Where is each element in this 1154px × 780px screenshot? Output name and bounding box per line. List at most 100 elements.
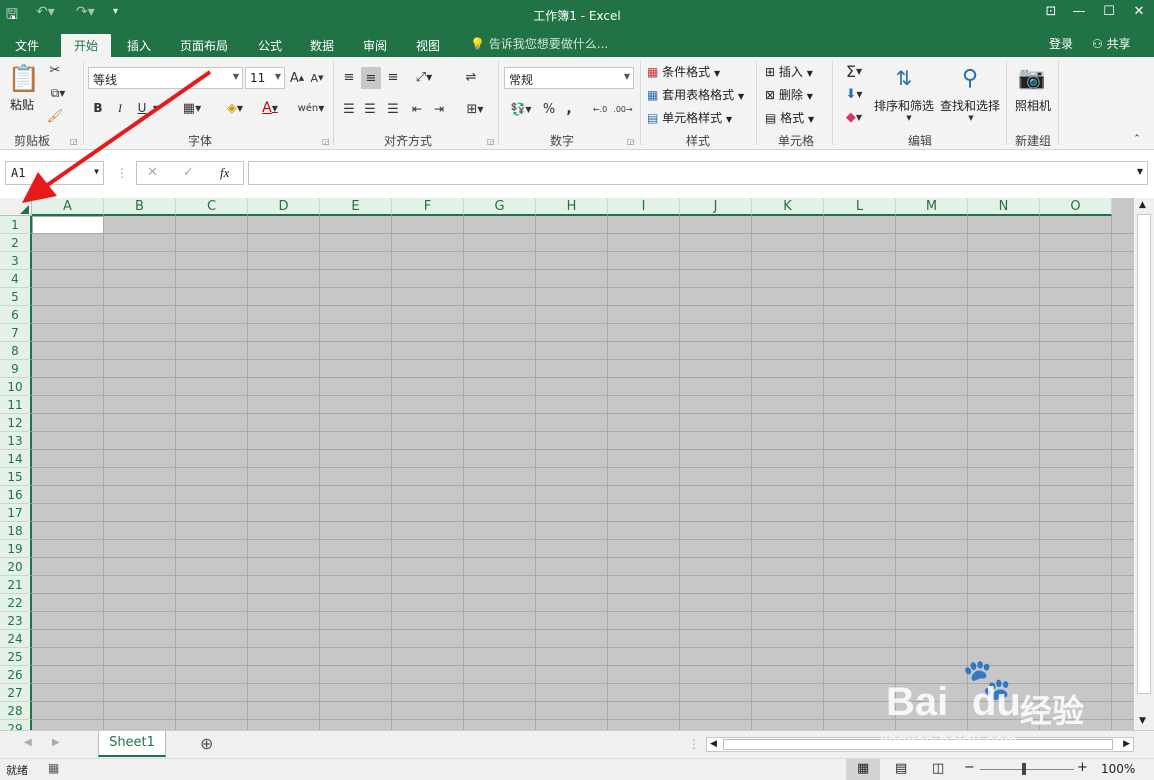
find-magnifier-icon[interactable]: ⚲ xyxy=(955,61,985,95)
column-header-e[interactable]: E xyxy=(320,198,392,216)
row-header-21[interactable]: 21 xyxy=(0,576,32,594)
wrap-text-icon[interactable]: ⇌ xyxy=(461,67,481,87)
row-header-4[interactable]: 4 xyxy=(0,270,32,288)
row-header-18[interactable]: 18 xyxy=(0,522,32,540)
ribbon-display-icon[interactable]: ⊡ xyxy=(1038,4,1064,19)
column-header-k[interactable]: K xyxy=(752,198,824,216)
number-launcher-icon[interactable]: ◲ xyxy=(627,137,635,146)
shrink-font-icon[interactable]: A ▼ xyxy=(309,69,325,87)
vertical-scroll-thumb[interactable] xyxy=(1137,214,1151,694)
column-header-h[interactable]: H xyxy=(536,198,608,216)
insert-cells-button[interactable]: ⊞ 插入 ▼ xyxy=(765,63,813,80)
underline-button[interactable]: U xyxy=(134,99,150,117)
expand-formula-bar-icon[interactable]: ▼ xyxy=(1137,167,1143,176)
row-header-20[interactable]: 20 xyxy=(0,558,32,576)
chevron-down-icon[interactable]: ▼ xyxy=(150,99,162,117)
row-header-26[interactable]: 26 xyxy=(0,666,32,684)
column-header-f[interactable]: F xyxy=(392,198,464,216)
tab-data[interactable]: 数据 xyxy=(302,34,342,57)
normal-view-button[interactable]: ▦ xyxy=(846,759,880,780)
row-header-25[interactable]: 25 xyxy=(0,648,32,666)
format-cells-button[interactable]: ▤ 格式 ▼ xyxy=(765,109,814,126)
tell-me-box[interactable]: 💡 告诉我您想要做什么... xyxy=(470,35,608,52)
row-header-24[interactable]: 24 xyxy=(0,630,32,648)
bold-button[interactable]: B xyxy=(90,99,106,117)
login-link[interactable]: 登录 xyxy=(1049,35,1073,52)
delete-cells-button[interactable]: ⊠ 删除 ▼ xyxy=(765,86,813,103)
orientation-icon[interactable]: ⤢ ▼ xyxy=(410,67,438,87)
row-header-3[interactable]: 3 xyxy=(0,252,32,270)
font-color-icon[interactable]: A ▼ xyxy=(254,97,286,119)
column-header-j[interactable]: J xyxy=(680,198,752,216)
macro-record-icon[interactable]: ▦ xyxy=(48,761,59,775)
tab-page-layout[interactable]: 页面布局 xyxy=(172,34,236,57)
cut-icon[interactable]: ✂ xyxy=(46,61,64,79)
row-header-17[interactable]: 17 xyxy=(0,504,32,522)
tab-insert[interactable]: 插入 xyxy=(118,34,160,57)
row-header-22[interactable]: 22 xyxy=(0,594,32,612)
add-sheet-icon[interactable]: ⊕ xyxy=(200,734,213,753)
row-header-9[interactable]: 9 xyxy=(0,360,32,378)
cancel-icon[interactable]: ✕ xyxy=(147,165,158,180)
row-header-19[interactable]: 19 xyxy=(0,540,32,558)
column-header-o[interactable]: O xyxy=(1040,198,1112,216)
row-header-12[interactable]: 12 xyxy=(0,414,32,432)
decrease-indent-icon[interactable]: ⇤ xyxy=(408,99,426,119)
zoom-out-icon[interactable]: − xyxy=(964,760,975,775)
column-header-b[interactable]: B xyxy=(104,198,176,216)
sort-filter-button[interactable]: 排序和筛选 xyxy=(874,97,934,114)
zoom-slider-thumb[interactable] xyxy=(1022,763,1026,775)
row-header-5[interactable]: 5 xyxy=(0,288,32,306)
column-header-d[interactable]: D xyxy=(248,198,320,216)
decrease-decimal-icon[interactable]: .00→ xyxy=(613,99,632,119)
tab-splitter-icon[interactable]: ⋮ xyxy=(688,737,700,751)
name-box[interactable]: A1 ▼ xyxy=(5,161,104,185)
font-size-combo[interactable]: 11 ▼ xyxy=(245,67,285,89)
zoom-in-icon[interactable]: + xyxy=(1077,760,1088,775)
clear-icon[interactable]: ◆ ▼ xyxy=(838,107,870,127)
collapse-ribbon-icon[interactable]: ⌃ xyxy=(1130,133,1144,145)
row-header-28[interactable]: 28 xyxy=(0,702,32,720)
fill-icon[interactable]: ⬇ ▼ xyxy=(838,84,870,104)
chevron-down-icon[interactable]: ▼ xyxy=(904,113,914,123)
clipboard-launcher-icon[interactable]: ◲ xyxy=(70,137,78,146)
number-format-combo[interactable]: 常规 ▼ xyxy=(504,67,634,89)
worksheet-grid[interactable]: A B C D E F G H I J K L M N O 1 2 3 4 5 6 7 8 9 10 11 12 13 14 15 16 17… xyxy=(0,198,1134,730)
cell-a1[interactable] xyxy=(32,216,104,234)
increase-indent-icon[interactable]: ⇥ xyxy=(430,99,448,119)
row-header-6[interactable]: 6 xyxy=(0,306,32,324)
alignment-launcher-icon[interactable]: ◲ xyxy=(487,137,495,146)
format-painter-icon[interactable]: 🖌 xyxy=(46,107,64,125)
tab-review[interactable]: 审阅 xyxy=(355,34,395,57)
sort-filter-icon[interactable]: ⇅ xyxy=(886,61,922,95)
insert-function-button[interactable]: fx xyxy=(220,165,229,181)
comma-button[interactable]: , xyxy=(564,99,574,119)
cell-styles-button[interactable]: ▤ 单元格样式 ▼ xyxy=(647,109,732,126)
scroll-right-icon[interactable]: ▶ xyxy=(1123,739,1130,749)
align-left-icon[interactable]: ☰ xyxy=(340,99,358,119)
fill-color-icon[interactable]: ◈ ▼ xyxy=(219,97,251,119)
close-icon[interactable]: ✕ xyxy=(1126,4,1152,19)
maximize-icon[interactable]: ☐ xyxy=(1096,4,1122,19)
row-header-8[interactable]: 8 xyxy=(0,342,32,360)
row-header-11[interactable]: 11 xyxy=(0,396,32,414)
column-header-g[interactable]: G xyxy=(464,198,536,216)
row-header-10[interactable]: 10 xyxy=(0,378,32,396)
zoom-level[interactable]: 100% xyxy=(1101,762,1135,776)
column-header-m[interactable]: M xyxy=(896,198,968,216)
share-button[interactable]: ⚇ 共享 xyxy=(1092,35,1131,52)
prev-sheet-icon[interactable]: ◀ xyxy=(24,737,32,748)
align-bottom-icon[interactable]: ≡ xyxy=(384,67,402,87)
row-header-29[interactable]: 29 xyxy=(0,720,32,730)
tab-home[interactable]: 开始 xyxy=(61,34,111,57)
align-center-icon[interactable]: ☰ xyxy=(361,99,379,119)
tab-formulas[interactable]: 公式 xyxy=(250,34,290,57)
chevron-down-icon[interactable]: ▼ xyxy=(966,113,976,123)
paste-button[interactable]: 粘贴 xyxy=(10,96,34,113)
phonetic-icon[interactable]: wén ▼ xyxy=(296,97,326,119)
row-header-13[interactable]: 13 xyxy=(0,432,32,450)
format-as-table-button[interactable]: ▦ 套用表格格式 ▼ xyxy=(647,86,744,103)
row-header-23[interactable]: 23 xyxy=(0,612,32,630)
align-right-icon[interactable]: ☰ xyxy=(384,99,402,119)
row-header-15[interactable]: 15 xyxy=(0,468,32,486)
